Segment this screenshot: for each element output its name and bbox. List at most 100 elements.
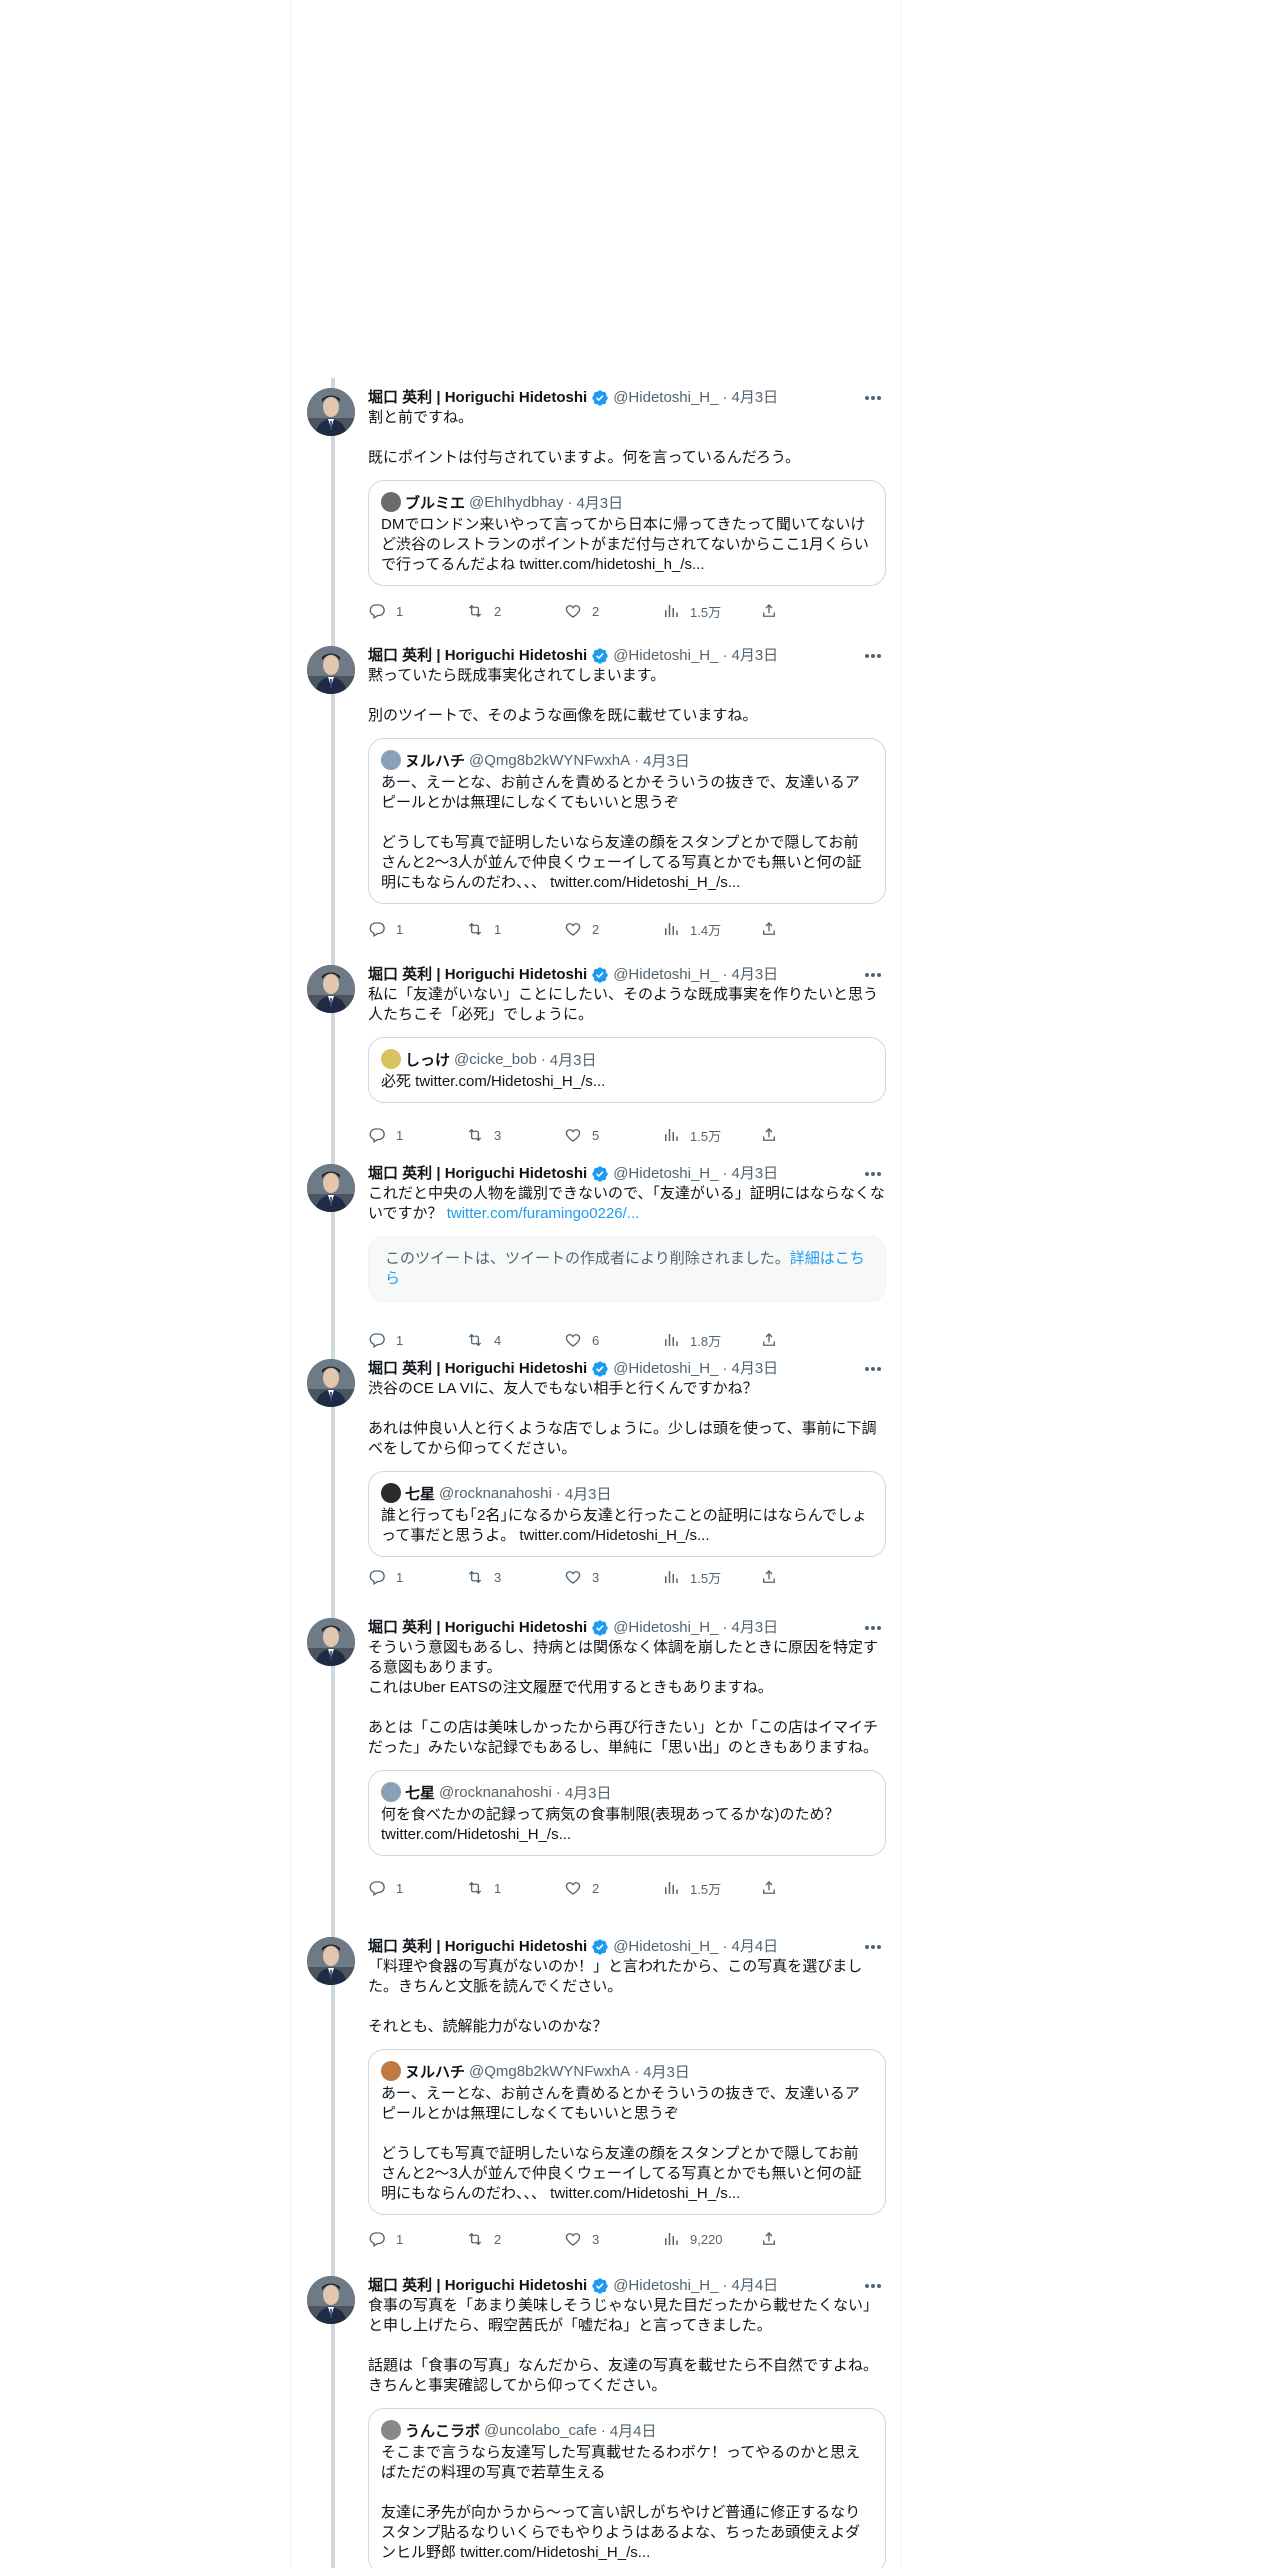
author-name[interactable]: 堀口 英利 | Horiguchi Hidetoshi <box>368 965 587 985</box>
more-icon[interactable] <box>862 646 884 666</box>
like-button[interactable]: 5 <box>564 1126 662 1144</box>
retweet-button[interactable]: 1 <box>466 1879 564 1897</box>
quoted-author-handle: @Qmg8b2kWYNFwxhA <box>469 751 631 769</box>
views-button[interactable]: 1.5万 <box>662 1568 760 1587</box>
author-handle[interactable]: @Hidetoshi_H_ <box>613 965 718 985</box>
views-count: 9,220 <box>690 2231 723 2247</box>
retweet-button[interactable]: 3 <box>466 1568 564 1586</box>
tweet-time[interactable]: 4月4日 <box>731 2276 778 2296</box>
author-name[interactable]: 堀口 英利 | Horiguchi Hidetoshi <box>368 388 587 408</box>
like-button[interactable]: 2 <box>564 1879 662 1897</box>
reply-button[interactable]: 1 <box>368 1331 466 1349</box>
quoted-tweet[interactable]: ヌルハチ @Qmg8b2kWYNFwxhA · 4月3日 あー、えーとな、お前さんを責め… <box>368 738 886 904</box>
quoted-tweet[interactable]: ヌルハチ @Qmg8b2kWYNFwxhA · 4月3日 あー、えーとな、お前さんを責め… <box>368 2049 886 2215</box>
tweet-time[interactable]: 4月3日 <box>731 1359 778 1379</box>
more-icon[interactable] <box>862 965 884 985</box>
reply-button[interactable]: 1 <box>368 1568 466 1586</box>
author-handle[interactable]: @Hidetoshi_H_ <box>613 1937 718 1957</box>
reply-count: 1 <box>396 2231 404 2247</box>
like-button[interactable]: 2 <box>564 920 662 938</box>
retweet-button[interactable]: 3 <box>466 1126 564 1144</box>
share-button[interactable] <box>760 1331 788 1349</box>
like-button[interactable]: 6 <box>564 1331 662 1349</box>
author-name[interactable]: 堀口 英利 | Horiguchi Hidetoshi <box>368 1164 587 1184</box>
share-button[interactable] <box>760 1126 788 1144</box>
quoted-avatar[interactable] <box>381 1782 401 1802</box>
more-icon[interactable] <box>862 2276 884 2296</box>
author-name[interactable]: 堀口 英利 | Horiguchi Hidetoshi <box>368 1937 587 1957</box>
tweet-time[interactable]: 4月3日 <box>731 1164 778 1184</box>
tweet-time[interactable]: 4月4日 <box>731 1937 778 1957</box>
avatar[interactable] <box>307 1359 355 1407</box>
quoted-avatar[interactable] <box>381 1049 401 1069</box>
like-button[interactable]: 2 <box>564 602 662 620</box>
tweet-time[interactable]: 4月3日 <box>731 388 778 408</box>
like-count: 2 <box>592 603 600 619</box>
quoted-avatar[interactable] <box>381 2420 401 2440</box>
tweet-actions: 1 3 5 1.5万 <box>368 1125 808 1145</box>
quoted-tweet[interactable]: ブルミエ @EhIhydbhay · 4月3日 DMでロンドン来いやって言ってから日本に… <box>368 480 886 586</box>
tweet-text: 黙っていたら既成事実化されてしまいます。 別のツイートで、そのような画像を既に載… <box>368 667 758 724</box>
share-button[interactable] <box>760 1568 788 1586</box>
avatar[interactable] <box>307 388 355 436</box>
share-button[interactable] <box>760 920 788 938</box>
tweet-time[interactable]: 4月3日 <box>731 646 778 666</box>
tweet-link[interactable]: twitter.com/furamingo0226/... <box>447 1205 640 1222</box>
author-name[interactable]: 堀口 英利 | Horiguchi Hidetoshi <box>368 1618 587 1638</box>
reply-button[interactable]: 1 <box>368 602 466 620</box>
share-button[interactable] <box>760 1879 788 1897</box>
views-button[interactable]: 1.5万 <box>662 1879 760 1898</box>
more-icon[interactable] <box>862 1618 884 1638</box>
author-handle[interactable]: @Hidetoshi_H_ <box>613 388 718 408</box>
retweet-button[interactable]: 2 <box>466 2230 564 2248</box>
share-button[interactable] <box>760 602 788 620</box>
author-handle[interactable]: @Hidetoshi_H_ <box>613 646 718 666</box>
avatar[interactable] <box>307 1937 355 1985</box>
retweet-button[interactable]: 4 <box>466 1331 564 1349</box>
tweet-actions: 1 1 2 1.4万 <box>368 919 808 939</box>
more-icon[interactable] <box>862 1164 884 1184</box>
avatar[interactable] <box>307 1164 355 1212</box>
quoted-avatar[interactable] <box>381 492 401 512</box>
author-handle[interactable]: @Hidetoshi_H_ <box>613 1164 718 1184</box>
author-handle[interactable]: @Hidetoshi_H_ <box>613 1359 718 1379</box>
quoted-tweet-header: 七星 @rocknanahoshi · 4月3日 <box>381 1781 873 1803</box>
quoted-tweet[interactable]: うんこラボ @uncolabo_cafe · 4月4日 そこまで言うなら友達写した写真載… <box>368 2408 886 2568</box>
tweet-time[interactable]: 4月3日 <box>731 965 778 985</box>
author-handle[interactable]: @Hidetoshi_H_ <box>613 2276 718 2296</box>
reply-button[interactable]: 1 <box>368 2230 466 2248</box>
author-name[interactable]: 堀口 英利 | Horiguchi Hidetoshi <box>368 1359 587 1379</box>
retweet-button[interactable]: 1 <box>466 920 564 938</box>
avatar[interactable] <box>307 1618 355 1666</box>
author-name[interactable]: 堀口 英利 | Horiguchi Hidetoshi <box>368 2276 587 2296</box>
views-button[interactable]: 1.5万 <box>662 602 760 621</box>
quoted-avatar[interactable] <box>381 1483 401 1503</box>
views-button[interactable]: 1.4万 <box>662 920 760 939</box>
more-icon[interactable] <box>862 388 884 408</box>
like-button[interactable]: 3 <box>564 1568 662 1586</box>
views-button[interactable]: 9,220 <box>662 2230 760 2248</box>
views-button[interactable]: 1.8万 <box>662 1331 760 1350</box>
quoted-tweet[interactable]: しっけ @cicke_bob · 4月3日 必死 twitter.com/Hidetos… <box>368 1037 886 1103</box>
retweet-button[interactable]: 2 <box>466 602 564 620</box>
quoted-tweet[interactable]: 七星 @rocknanahoshi · 4月3日 何を食べたかの記録って病気の食事制限(… <box>368 1770 886 1856</box>
like-button[interactable]: 3 <box>564 2230 662 2248</box>
quoted-avatar[interactable] <box>381 2061 401 2081</box>
quoted-tweet[interactable]: 七星 @rocknanahoshi · 4月3日 誰と行っても｢2名｣になるから友達と行… <box>368 1471 886 1557</box>
avatar[interactable] <box>307 965 355 1013</box>
tweet-time[interactable]: 4月3日 <box>731 1618 778 1638</box>
more-icon[interactable] <box>862 1359 884 1379</box>
reply-button[interactable]: 1 <box>368 920 466 938</box>
more-icon[interactable] <box>862 1937 884 1957</box>
views-button[interactable]: 1.5万 <box>662 1126 760 1145</box>
avatar[interactable] <box>307 646 355 694</box>
share-button[interactable] <box>760 2230 788 2248</box>
reply-button[interactable]: 1 <box>368 1126 466 1144</box>
quoted-avatar[interactable] <box>381 750 401 770</box>
author-handle[interactable]: @Hidetoshi_H_ <box>613 1618 718 1638</box>
reply-button[interactable]: 1 <box>368 1879 466 1897</box>
tweet-text: 私に「友達がいない」ことにしたい、そのような既成事実を作りたいと思う人たちこそ「… <box>368 986 879 1023</box>
avatar[interactable] <box>307 2276 355 2324</box>
tweet-body: 堀口 英利 | Horiguchi Hidetoshi @Hidetoshi_H_… <box>368 1618 886 1897</box>
author-name[interactable]: 堀口 英利 | Horiguchi Hidetoshi <box>368 646 587 666</box>
